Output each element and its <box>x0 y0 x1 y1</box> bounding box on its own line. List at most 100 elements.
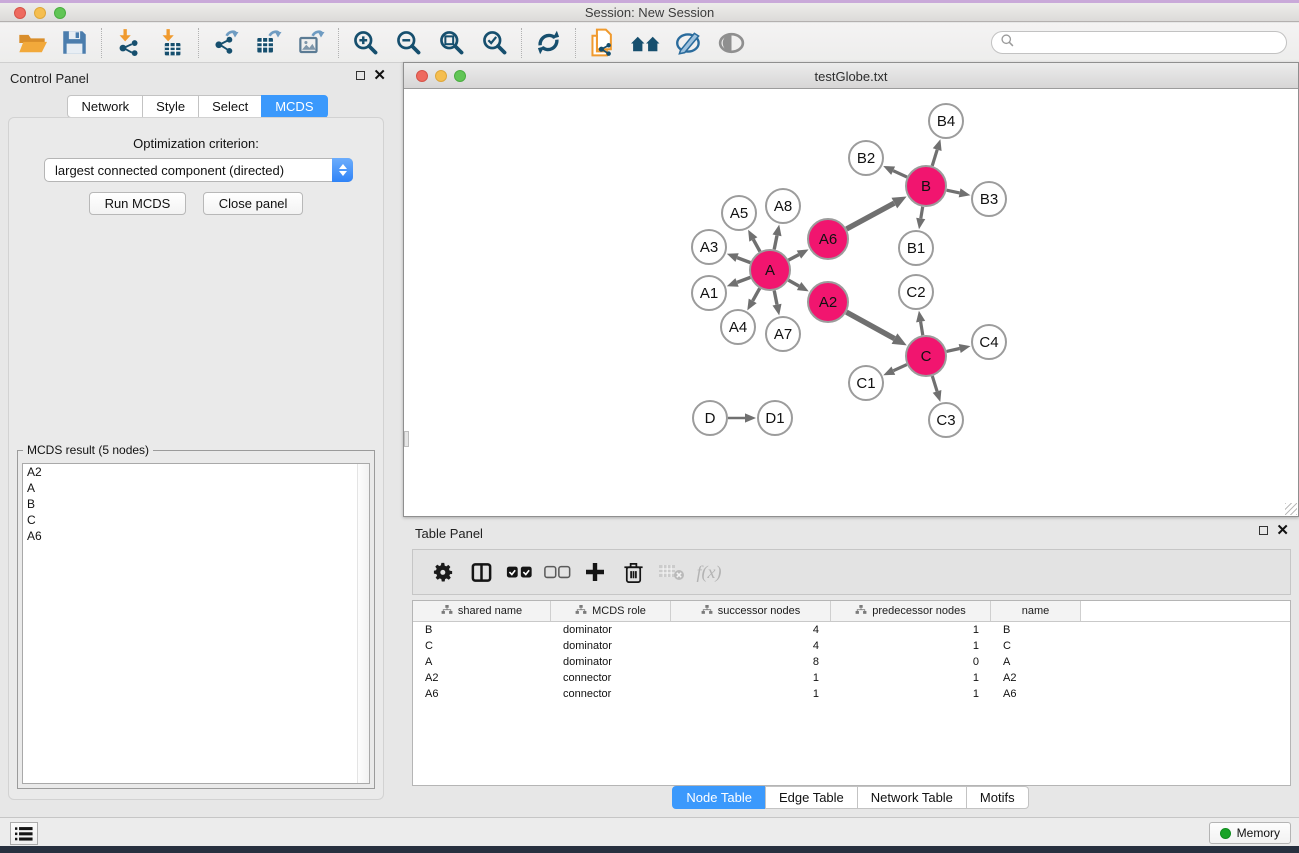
table-cell[interactable]: B <box>991 624 1081 636</box>
zoom-out-icon[interactable] <box>387 26 430 60</box>
edge-C-C3[interactable] <box>932 376 937 391</box>
export-table-icon[interactable] <box>247 26 290 60</box>
table-cell[interactable]: 1 <box>831 624 991 636</box>
first-neighbors-icon[interactable] <box>624 26 667 60</box>
table-row[interactable]: Bdominator41B <box>413 622 1290 638</box>
edge-C-C1[interactable] <box>893 365 906 371</box>
export-image-icon[interactable] <box>290 26 333 60</box>
table-cell[interactable]: B <box>413 624 551 636</box>
table-cell[interactable]: C <box>991 640 1081 652</box>
zoom-in-icon[interactable] <box>344 26 387 60</box>
edge-B-B3[interactable] <box>947 190 960 193</box>
tab-mcds[interactable]: MCDS <box>261 95 327 118</box>
hide-annotations-icon[interactable] <box>667 26 710 60</box>
tab-node-table[interactable]: Node Table <box>672 786 766 809</box>
memory-button[interactable]: Memory <box>1209 822 1291 844</box>
unselect-all-columns-icon[interactable] <box>539 555 575 589</box>
mcds-result-item[interactable]: B <box>23 496 369 512</box>
resize-grip-icon[interactable] <box>1285 503 1297 515</box>
table-float-panel-icon[interactable] <box>1259 526 1268 535</box>
search-box[interactable] <box>991 31 1287 54</box>
network-graph[interactable]: AA2A6BCA1A3A4A5A7A8B1B2B3B4C1C2C3C4DD1 <box>404 89 1298 516</box>
edge-A-A5[interactable] <box>753 239 760 251</box>
table-cell[interactable]: 8 <box>671 656 831 668</box>
edge-B-B4[interactable] <box>932 150 937 166</box>
zoom-selected-icon[interactable] <box>473 26 516 60</box>
tab-edge-table[interactable]: Edge Table <box>765 786 858 809</box>
import-network-icon[interactable] <box>107 26 150 60</box>
table-cell[interactable]: 4 <box>671 624 831 636</box>
column-header-predecessor-nodes[interactable]: predecessor nodes <box>831 601 991 621</box>
table-cell[interactable]: dominator <box>551 624 671 636</box>
edge-C-C2[interactable] <box>921 322 923 336</box>
pane-divider-thumb[interactable] <box>404 431 409 447</box>
add-row-icon[interactable] <box>577 555 613 589</box>
export-network-icon[interactable] <box>204 26 247 60</box>
open-folder-icon[interactable] <box>10 26 53 60</box>
table-cell[interactable]: A6 <box>413 688 551 700</box>
edge-A6-B[interactable] <box>847 203 895 229</box>
table-row[interactable]: Cdominator41C <box>413 638 1290 654</box>
edge-A-A4[interactable] <box>753 288 760 301</box>
table-cell[interactable]: 4 <box>671 640 831 652</box>
table-cell[interactable]: 1 <box>831 688 991 700</box>
mcds-result-item[interactable]: A <box>23 480 369 496</box>
tab-motifs[interactable]: Motifs <box>966 786 1029 809</box>
table-cell[interactable]: dominator <box>551 640 671 652</box>
network-canvas[interactable]: AA2A6BCA1A3A4A5A7A8B1B2B3B4C1C2C3C4DD1 <box>404 89 1298 516</box>
network-from-selection-icon[interactable] <box>581 26 624 60</box>
edge-C-C4[interactable] <box>947 349 960 352</box>
table-cell[interactable]: A6 <box>991 688 1081 700</box>
mcds-result-item[interactable]: A6 <box>23 528 369 544</box>
table-cell[interactable]: A <box>991 656 1081 668</box>
save-icon[interactable] <box>53 26 96 60</box>
refresh-icon[interactable] <box>527 26 570 60</box>
tab-select[interactable]: Select <box>198 95 262 118</box>
tab-network[interactable]: Network <box>67 95 143 118</box>
column-header-MCDS-role[interactable]: MCDS role <box>551 601 671 621</box>
task-history-button[interactable] <box>10 822 38 845</box>
table-cell[interactable]: A2 <box>413 672 551 684</box>
column-header-name[interactable]: name <box>991 601 1081 621</box>
table-cell[interactable]: 1 <box>671 672 831 684</box>
table-cell[interactable]: 0 <box>831 656 991 668</box>
table-cell[interactable]: connector <box>551 688 671 700</box>
table-cell[interactable]: 1 <box>831 640 991 652</box>
column-header-successor-nodes[interactable]: successor nodes <box>671 601 831 621</box>
edge-B-B1[interactable] <box>921 207 923 219</box>
edge-A-A3[interactable] <box>737 258 750 263</box>
zoom-fit-icon[interactable] <box>430 26 473 60</box>
result-list-scrollbar[interactable] <box>357 464 369 783</box>
column-header-shared-name[interactable]: shared name <box>413 601 551 621</box>
tab-network-table[interactable]: Network Table <box>857 786 967 809</box>
import-table-icon[interactable] <box>150 26 193 60</box>
edge-A-A6[interactable] <box>789 255 799 261</box>
show-graphics-details-icon[interactable] <box>710 26 753 60</box>
edge-A-A2[interactable] <box>788 280 799 286</box>
table-cell[interactable]: 1 <box>671 688 831 700</box>
table-cell[interactable]: connector <box>551 672 671 684</box>
table-close-panel-icon[interactable]: ✕ <box>1276 526 1289 535</box>
search-input[interactable] <box>1020 36 1278 50</box>
edge-A-A1[interactable] <box>737 277 750 282</box>
table-cell[interactable]: dominator <box>551 656 671 668</box>
table-row[interactable]: Adominator80A <box>413 654 1290 670</box>
close-panel-icon[interactable]: ✕ <box>373 71 386 80</box>
edge-A-A7[interactable] <box>774 291 777 305</box>
optimization-criterion-select[interactable]: largest connected component (directed) <box>44 158 353 182</box>
tab-style[interactable]: Style <box>142 95 199 118</box>
table-row[interactable]: A6connector11A6 <box>413 686 1290 702</box>
mcds-result-list[interactable]: A2ABCA6 <box>22 463 370 784</box>
mcds-result-item[interactable]: A2 <box>23 464 369 480</box>
mcds-result-item[interactable]: C <box>23 512 369 528</box>
table-cell[interactable]: A2 <box>991 672 1081 684</box>
edge-B-B2[interactable] <box>893 171 907 177</box>
columns-icon[interactable] <box>463 555 499 589</box>
select-all-columns-icon[interactable] <box>501 555 537 589</box>
gear-icon[interactable] <box>425 555 461 589</box>
table-cell[interactable]: C <box>413 640 551 652</box>
table-cell[interactable]: 1 <box>831 672 991 684</box>
edge-A2-C[interactable] <box>846 312 894 339</box>
run-mcds-button[interactable]: Run MCDS <box>89 192 187 215</box>
close-panel-button[interactable]: Close panel <box>203 192 304 215</box>
